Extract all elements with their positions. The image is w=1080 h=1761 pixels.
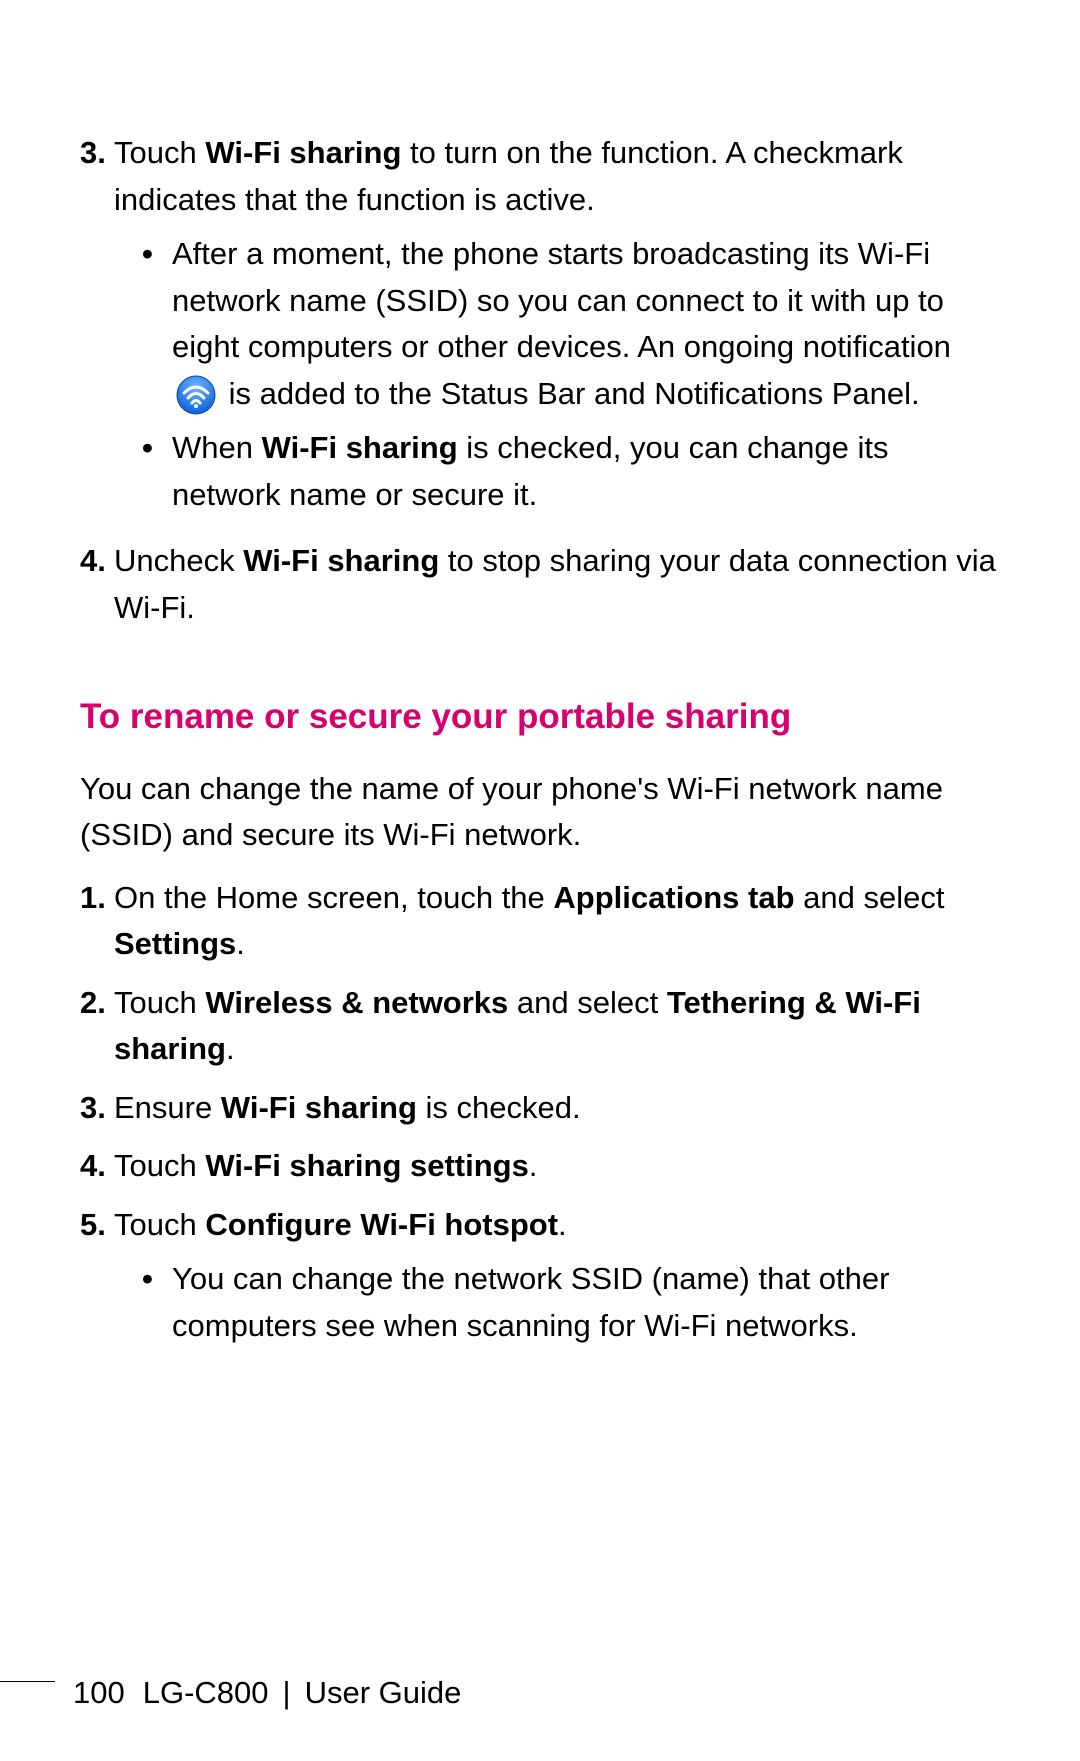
sub-list-item: •After a moment, the phone starts broadc…: [142, 231, 1000, 417]
bullet: •: [142, 231, 172, 417]
list-body: Uncheck Wi-Fi sharing to stop sharing yo…: [114, 538, 1000, 631]
text: Touch: [114, 1207, 205, 1242]
footer-model: LG-C800: [143, 1675, 269, 1711]
page-number: 100: [73, 1675, 125, 1711]
text: .: [226, 1031, 235, 1066]
bold-text: Wi-Fi sharing: [243, 543, 439, 578]
bold-text: Settings: [114, 926, 236, 961]
page-content: 3.Touch Wi-Fi sharing to turn on the fun…: [80, 130, 1000, 1357]
list-number: 3.: [80, 130, 114, 526]
list-body: Touch Wi-Fi sharing settings.: [114, 1143, 1000, 1190]
wifi-icon: [176, 375, 216, 415]
list-number: 2.: [80, 980, 114, 1073]
list-body: Touch Wi-Fi sharing to turn on the funct…: [114, 130, 1000, 526]
bold-text: Wi-Fi sharing: [221, 1090, 417, 1125]
list-number: 4.: [80, 1143, 114, 1190]
list-item: 1.On the Home screen, touch the Applicat…: [80, 875, 1000, 968]
list-item: 4.Touch Wi-Fi sharing settings.: [80, 1143, 1000, 1190]
text: On the Home screen, touch the: [114, 880, 553, 915]
sub-list-body: After a moment, the phone starts broadca…: [172, 231, 1000, 417]
list-item: 2.Touch Wireless & networks and select T…: [80, 980, 1000, 1073]
text: Touch: [114, 985, 205, 1020]
list-number: 1.: [80, 875, 114, 968]
text: Ensure: [114, 1090, 221, 1125]
bold-text: Wi-Fi sharing settings: [205, 1148, 529, 1183]
section-1: 3.Touch Wi-Fi sharing to turn on the fun…: [80, 130, 1000, 631]
footer-separator: |: [283, 1675, 291, 1711]
text: After a moment, the phone starts broadca…: [172, 236, 951, 364]
text: Touch: [114, 135, 205, 170]
page-footer: 100 LG-C800 | User Guide: [0, 1675, 461, 1711]
list-item: 5.Touch Configure Wi-Fi hotspot. •You can…: [80, 1202, 1000, 1358]
text: Touch: [114, 1148, 205, 1183]
text: Uncheck: [114, 543, 243, 578]
text: .: [236, 926, 245, 961]
bold-text: Configure Wi-Fi hotspot: [205, 1207, 558, 1242]
sub-list-item: •You can change the network SSID (name) …: [142, 1256, 1000, 1349]
bold-text: Wi-Fi sharing: [205, 135, 401, 170]
list-item: 3.Ensure Wi-Fi sharing is checked.: [80, 1085, 1000, 1132]
sub-list-body: You can change the network SSID (name) t…: [172, 1256, 1000, 1349]
section-2: 1.On the Home screen, touch the Applicat…: [80, 875, 1000, 1358]
sub-list-item: •When Wi-Fi sharing is checked, you can …: [142, 425, 1000, 518]
text: and select: [508, 985, 667, 1020]
footer-guide: User Guide: [305, 1675, 462, 1711]
sub-list-body: When Wi-Fi sharing is checked, you can c…: [172, 425, 1000, 518]
text: You can change the network SSID (name) t…: [172, 1261, 889, 1343]
bold-text: Wi-Fi sharing: [262, 430, 458, 465]
list-body: Ensure Wi-Fi sharing is checked.: [114, 1085, 1000, 1132]
text: When: [172, 430, 262, 465]
text: is checked.: [417, 1090, 581, 1125]
list-body: On the Home screen, touch the Applicatio…: [114, 875, 1000, 968]
list-number: 4.: [80, 538, 114, 631]
list-item: 4.Uncheck Wi-Fi sharing to stop sharing …: [80, 538, 1000, 631]
footer-rule: [0, 1681, 55, 1682]
text: .: [558, 1207, 567, 1242]
section-intro: You can change the name of your phone's …: [80, 766, 1000, 859]
section-heading: To rename or secure your portable sharin…: [80, 691, 1000, 744]
bold-text: Applications tab: [553, 880, 794, 915]
list-item: 3.Touch Wi-Fi sharing to turn on the fun…: [80, 130, 1000, 526]
list-number: 3.: [80, 1085, 114, 1132]
text: and select: [795, 880, 945, 915]
list-number: 5.: [80, 1202, 114, 1358]
text: is added to the Status Bar and Notificat…: [220, 376, 920, 411]
text: .: [529, 1148, 538, 1183]
list-body: Touch Wireless & networks and select Tet…: [114, 980, 1000, 1073]
bullet: •: [142, 1256, 172, 1349]
list-body: Touch Configure Wi-Fi hotspot. •You can c…: [114, 1202, 1000, 1358]
bullet: •: [142, 425, 172, 518]
bold-text: Wireless & networks: [205, 985, 508, 1020]
